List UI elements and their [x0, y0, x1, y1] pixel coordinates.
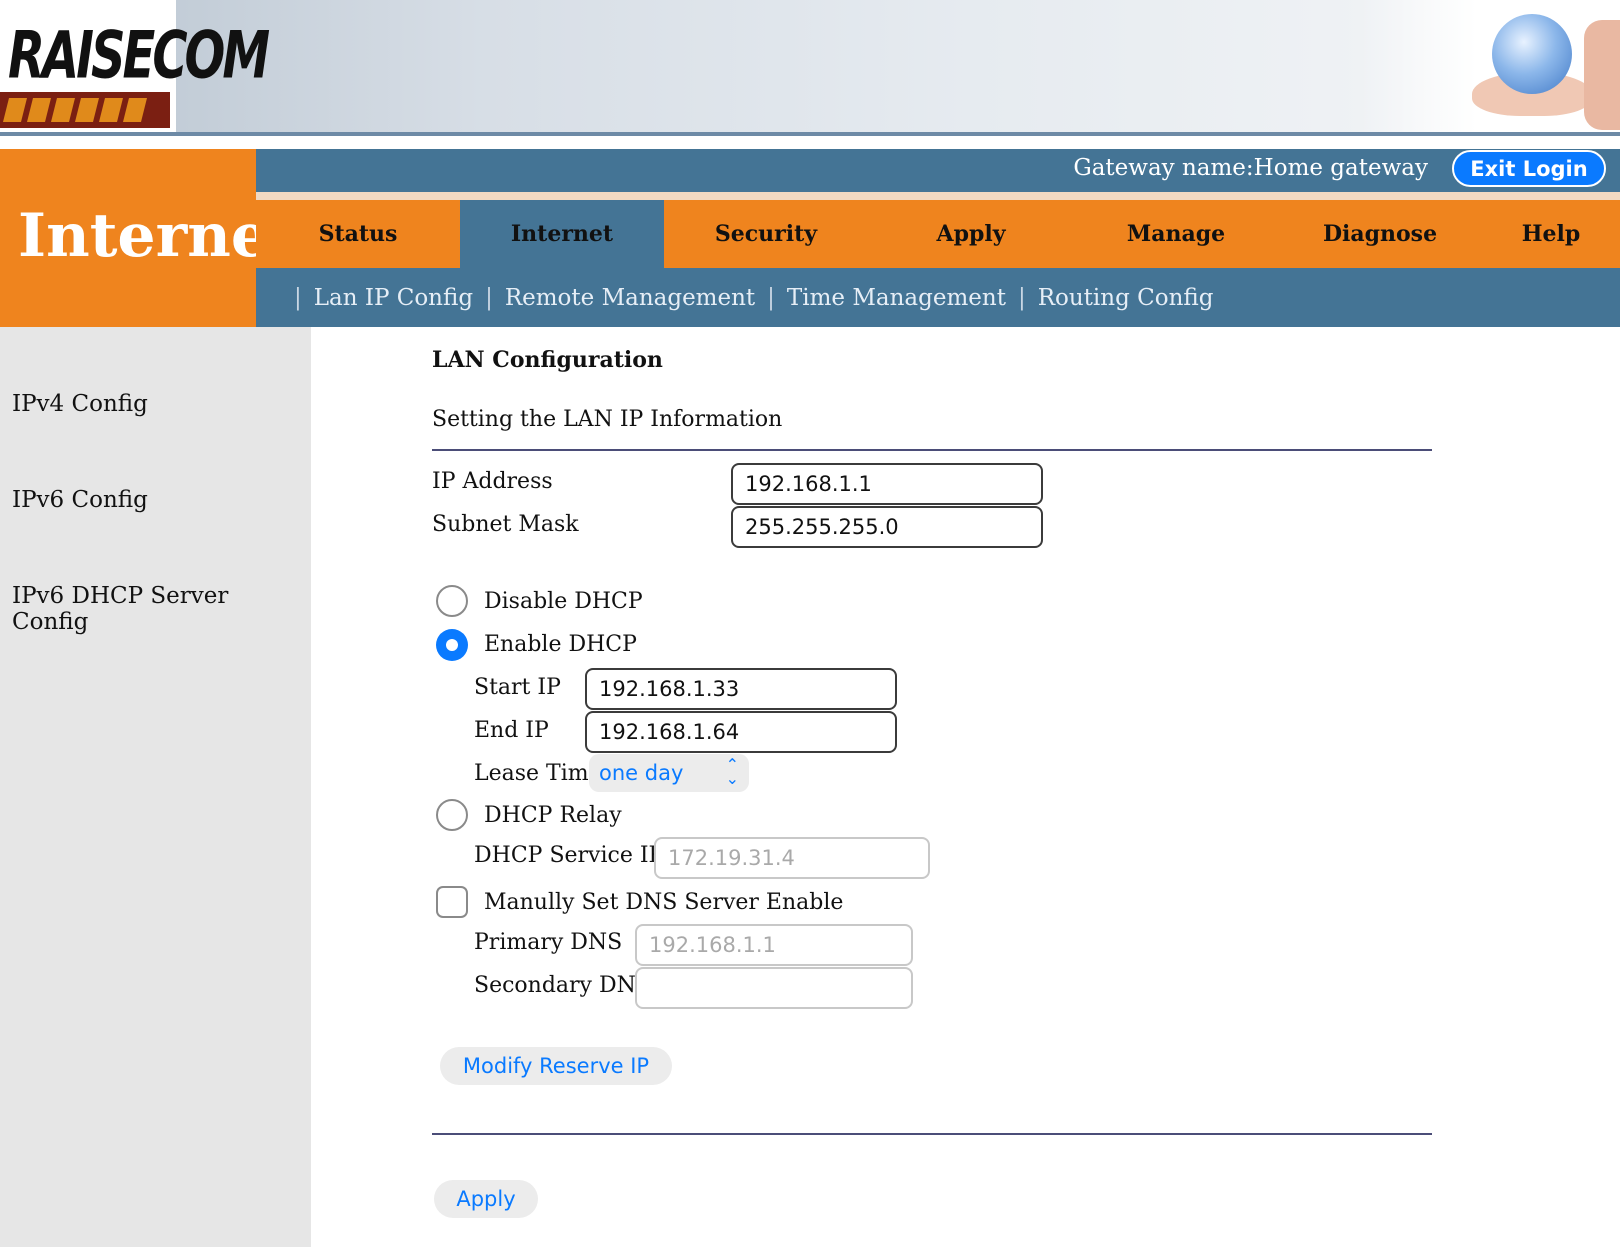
- ip-address-input[interactable]: 192.168.1.1: [731, 463, 1043, 505]
- subnav-separator: |: [1017, 284, 1026, 311]
- tab-security[interactable]: Security: [664, 200, 868, 268]
- subnav-routing-config[interactable]: Routing Config: [1038, 285, 1214, 311]
- manual-dns-label: Manully Set DNS Server Enable: [484, 890, 844, 915]
- lease-time-value: one day: [599, 761, 684, 785]
- top-bar: Gateway name:Home gateway Exit Login: [256, 149, 1620, 192]
- tab-manage[interactable]: Manage: [1074, 200, 1278, 268]
- subnav-separator: |: [485, 284, 493, 311]
- bottom-divider: [432, 1133, 1432, 1135]
- end-ip-input[interactable]: 192.168.1.64: [585, 711, 897, 753]
- section-title: Internet: [18, 201, 297, 271]
- start-ip-input[interactable]: 192.168.1.33: [585, 668, 897, 710]
- enable-dhcp-label: Enable DHCP: [484, 632, 637, 657]
- banner-divider: [0, 132, 1620, 136]
- dhcp-relay-radio[interactable]: [436, 799, 468, 831]
- disable-dhcp-label: Disable DHCP: [484, 589, 643, 614]
- section-tile: Internet: [0, 149, 297, 327]
- exit-login-button[interactable]: Exit Login: [1452, 150, 1606, 187]
- modify-reserve-ip-button[interactable]: Modify Reserve IP: [440, 1047, 672, 1085]
- ip-address-label: IP Address: [432, 469, 553, 494]
- secondary-dns-label: Secondary DNS: [474, 973, 651, 998]
- enable-dhcp-radio[interactable]: [436, 629, 468, 661]
- subnav-time-management[interactable]: Time Management: [787, 285, 1006, 311]
- globe-in-hands-image: [1360, 0, 1620, 132]
- manual-dns-checkbox[interactable]: [436, 886, 468, 918]
- tab-apply[interactable]: Apply: [868, 200, 1074, 268]
- sidebar-item-ipv6-dhcp-server-config[interactable]: IPv6 DHCP Server Config: [12, 583, 311, 635]
- lan-config-panel: LAN Configuration Setting the LAN IP Inf…: [311, 327, 1620, 1247]
- logo-chinese-strip: [0, 92, 170, 128]
- lease-time-select[interactable]: one day ⌃ ⌄: [589, 754, 749, 792]
- sidebar: IPv4 Config IPv6 Config IPv6 DHCP Server…: [0, 327, 311, 1247]
- page-title: LAN Configuration: [432, 347, 663, 373]
- secondary-dns-input[interactable]: [635, 967, 913, 1009]
- subnet-mask-input[interactable]: 255.255.255.0: [731, 506, 1043, 548]
- dhcp-service-ip-input[interactable]: 172.19.31.4: [654, 837, 930, 879]
- start-ip-label: Start IP: [474, 675, 561, 700]
- nav-divider-strip: [256, 192, 1620, 200]
- tab-diagnose[interactable]: Diagnose: [1278, 200, 1482, 268]
- apply-button[interactable]: Apply: [434, 1180, 538, 1218]
- dhcp-relay-label: DHCP Relay: [484, 803, 622, 828]
- subnav-lan-ip-config[interactable]: Lan IP Config: [314, 285, 473, 311]
- subnav-separator: |: [767, 284, 775, 311]
- subnet-mask-label: Subnet Mask: [432, 512, 579, 537]
- gateway-name-label: Gateway name:Home gateway: [1073, 155, 1428, 181]
- subnav-separator: |: [294, 284, 302, 311]
- tab-help[interactable]: Help: [1482, 200, 1620, 268]
- sub-nav: | Lan IP Config | Remote Management | Ti…: [256, 268, 1620, 327]
- chevron-up-down-icon: ⌃ ⌄: [725, 755, 739, 788]
- disable-dhcp-radio[interactable]: [436, 585, 468, 617]
- raisecom-logo: RAISECOM: [0, 0, 270, 132]
- sidebar-item-ipv6-config[interactable]: IPv6 Config: [12, 487, 148, 513]
- main-nav: Status Internet Security Apply Manage Di…: [256, 200, 1620, 268]
- tab-status[interactable]: Status: [256, 200, 460, 268]
- top-divider: [432, 449, 1432, 451]
- subnav-remote-management[interactable]: Remote Management: [505, 285, 755, 311]
- sidebar-item-ipv4-config[interactable]: IPv4 Config: [12, 391, 148, 417]
- logo-text: RAISECOM: [8, 18, 270, 94]
- dhcp-service-ip-label: DHCP Service IP: [474, 843, 664, 868]
- tab-internet[interactable]: Internet: [460, 200, 664, 268]
- end-ip-label: End IP: [474, 718, 549, 743]
- primary-dns-input[interactable]: 192.168.1.1: [635, 924, 913, 966]
- header-banner: RAISECOM: [0, 0, 1620, 132]
- primary-dns-label: Primary DNS: [474, 930, 623, 955]
- hand-shape: [1584, 20, 1620, 130]
- lease-time-label: Lease Time: [474, 761, 602, 786]
- globe-icon: [1492, 14, 1572, 94]
- section-subtitle: Setting the LAN IP Information: [432, 407, 783, 432]
